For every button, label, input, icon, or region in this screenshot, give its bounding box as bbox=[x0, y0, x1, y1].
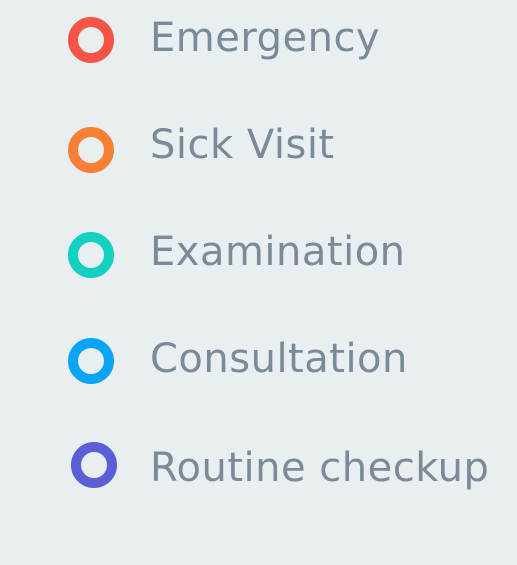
legend-label-consultation: Consultation bbox=[150, 336, 408, 382]
legend-label-sick-visit: Sick Visit bbox=[150, 122, 335, 168]
legend-item-emergency: Emergency bbox=[0, 10, 517, 70]
legend-item-consultation: Consultation bbox=[0, 331, 517, 391]
appointment-type-legend: Emergency Sick Visit Examination Consult… bbox=[0, 0, 517, 565]
legend-label-examination: Examination bbox=[150, 229, 406, 275]
sick-visit-ring-icon bbox=[68, 127, 114, 173]
consultation-ring-icon bbox=[68, 338, 114, 384]
routine-checkup-ring-icon bbox=[71, 442, 117, 488]
examination-ring-icon bbox=[68, 232, 114, 278]
legend-item-sick-visit: Sick Visit bbox=[0, 117, 517, 177]
legend-item-routine-checkup: Routine checkup bbox=[0, 438, 517, 498]
legend-label-emergency: Emergency bbox=[150, 15, 381, 61]
legend-label-routine-checkup: Routine checkup bbox=[150, 445, 490, 491]
emergency-ring-icon bbox=[68, 17, 114, 63]
legend-item-examination: Examination bbox=[0, 224, 517, 284]
